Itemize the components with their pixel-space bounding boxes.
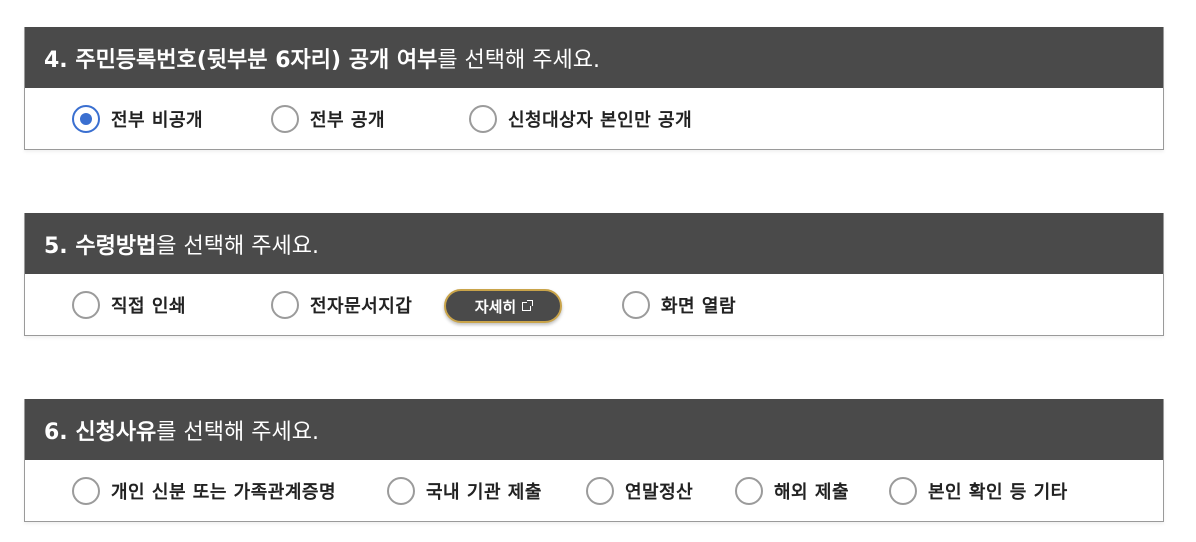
external-link-icon bbox=[522, 299, 534, 311]
radio-button[interactable] bbox=[72, 104, 100, 133]
radio-option-overseas-submit[interactable]: 해외 제출 bbox=[735, 460, 849, 521]
radio-option-screen-view[interactable]: 화면 열람 bbox=[622, 274, 736, 335]
radio-label: 전자문서지갑 bbox=[310, 295, 413, 317]
radio-option-family-cert[interactable]: 개인 신분 또는 가족관계증명 bbox=[72, 460, 336, 521]
radio-group: 개인 신분 또는 가족관계증명 국내 기관 제출 연말정산 해외 제출 본인 확… bbox=[25, 460, 1163, 521]
radio-button[interactable] bbox=[72, 476, 100, 505]
radio-label: 연말정산 bbox=[625, 481, 694, 503]
radio-label: 신청대상자 본인만 공개 bbox=[508, 109, 693, 131]
radio-button[interactable] bbox=[586, 476, 614, 505]
radio-option-other[interactable]: 본인 확인 등 기타 bbox=[889, 460, 1068, 521]
radio-label: 전부 공개 bbox=[310, 109, 386, 131]
section-title-suffix: 를 선택해 주세요. bbox=[437, 47, 600, 73]
section-title-suffix: 을 선택해 주세요. bbox=[156, 233, 319, 259]
radio-option-all-public[interactable]: 전부 공개 bbox=[271, 88, 385, 149]
radio-option-year-end-tax[interactable]: 연말정산 bbox=[586, 460, 693, 521]
radio-label: 직접 인쇄 bbox=[111, 295, 187, 317]
radio-option-all-private[interactable]: 전부 비공개 bbox=[72, 88, 203, 149]
radio-option-direct-print[interactable]: 직접 인쇄 bbox=[72, 274, 186, 335]
radio-button[interactable] bbox=[622, 290, 650, 319]
radio-button[interactable] bbox=[889, 476, 917, 505]
section-title-bold: 4. 주민등록번호(뒷부분 6자리) 공개 여부 bbox=[44, 47, 438, 73]
radio-option-self-only[interactable]: 신청대상자 본인만 공개 bbox=[469, 88, 692, 149]
section-receipt-method: 5. 수령방법 을 선택해 주세요. 직접 인쇄 전자문서지갑 자세히 화면 열람 bbox=[24, 213, 1164, 336]
details-button[interactable]: 자세히 bbox=[444, 289, 562, 323]
radio-label: 본인 확인 등 기타 bbox=[928, 481, 1068, 503]
radio-label: 해외 제출 bbox=[774, 481, 850, 503]
radio-option-domestic-submit[interactable]: 국내 기관 제출 bbox=[387, 460, 542, 521]
radio-button[interactable] bbox=[72, 290, 100, 319]
radio-label: 국내 기관 제출 bbox=[426, 481, 542, 503]
section-application-reason: 6. 신청사유 를 선택해 주세요. 개인 신분 또는 가족관계증명 국내 기관 … bbox=[24, 399, 1164, 522]
radio-button[interactable] bbox=[469, 104, 497, 133]
radio-group: 직접 인쇄 전자문서지갑 자세히 화면 열람 bbox=[25, 274, 1163, 335]
section-header: 4. 주민등록번호(뒷부분 6자리) 공개 여부 를 선택해 주세요. bbox=[25, 27, 1163, 88]
radio-button[interactable] bbox=[271, 104, 299, 133]
radio-button[interactable] bbox=[735, 476, 763, 505]
section-header: 6. 신청사유 를 선택해 주세요. bbox=[25, 399, 1163, 460]
radio-button[interactable] bbox=[271, 290, 299, 319]
radio-label: 화면 열람 bbox=[661, 295, 737, 317]
radio-label: 개인 신분 또는 가족관계증명 bbox=[111, 481, 337, 503]
radio-option-e-wallet[interactable]: 전자문서지갑 bbox=[271, 274, 412, 335]
radio-group: 전부 비공개 전부 공개 신청대상자 본인만 공개 bbox=[25, 88, 1163, 149]
section-title-bold: 5. 수령방법 bbox=[44, 233, 157, 259]
section-ssn-disclosure: 4. 주민등록번호(뒷부분 6자리) 공개 여부 를 선택해 주세요. 전부 비공… bbox=[24, 27, 1164, 150]
radio-label: 전부 비공개 bbox=[111, 109, 204, 131]
section-title-suffix: 를 선택해 주세요. bbox=[156, 419, 319, 445]
details-button-label: 자세히 bbox=[474, 297, 517, 316]
section-title-bold: 6. 신청사유 bbox=[44, 419, 157, 445]
radio-button[interactable] bbox=[387, 476, 415, 505]
section-header: 5. 수령방법 을 선택해 주세요. bbox=[25, 213, 1163, 274]
